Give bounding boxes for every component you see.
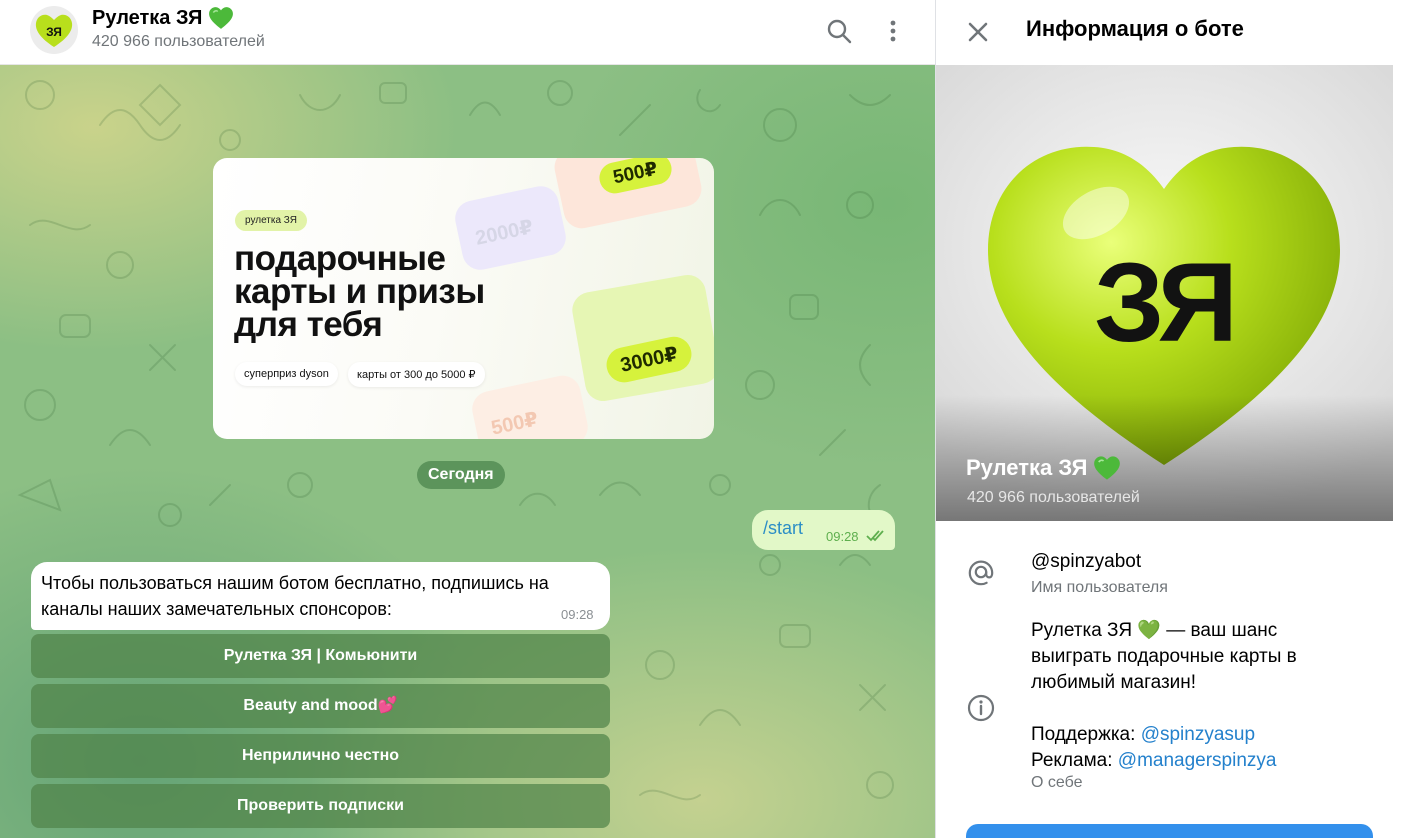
panel-title: Информация о боте xyxy=(1026,16,1244,41)
search-button[interactable] xyxy=(822,14,856,48)
member-count: 420 966 пользователей xyxy=(92,33,265,50)
promo-tag: рулетка ЗЯ xyxy=(235,210,307,231)
inline-button-community[interactable]: Рулетка ЗЯ | Комьюнити xyxy=(31,634,610,678)
ads-label: Реклама: xyxy=(1031,750,1113,771)
promo-chip: суперприз dyson xyxy=(235,362,338,386)
avatar-logo-text: ЗЯ xyxy=(46,25,62,39)
green-heart-emoji xyxy=(1094,456,1121,480)
search-icon xyxy=(827,19,852,44)
incoming-message[interactable]: Чтобы пользоваться нашим ботом бесплатно… xyxy=(31,562,610,630)
chat-background: 500₽ 2000₽ 3000₽ 500₽ рулетка ЗЯ подароч… xyxy=(0,65,935,838)
start-bot-button[interactable] xyxy=(966,824,1373,838)
ads-line: Реклама: @managerspinzya xyxy=(1031,748,1361,774)
chat-title-block[interactable]: Рулетка ЗЯ 420 966 пользователей xyxy=(92,5,265,52)
support-line: Поддержка: @spinzyasup xyxy=(1031,722,1361,748)
promo-headline-line: подарочные xyxy=(234,239,446,278)
profile-name-row: Рулетка ЗЯ xyxy=(966,455,1121,481)
chat-header: ЗЯ Рулетка ЗЯ 420 966 пользователей xyxy=(0,0,935,65)
bot-username[interactable]: @spinzyabot xyxy=(1031,551,1141,573)
message-time: 09:28 xyxy=(826,529,859,544)
inline-button-check-subscriptions[interactable]: Проверить подписки xyxy=(31,784,610,828)
profile-name: Рулетка ЗЯ xyxy=(966,455,1088,480)
message-time: 09:28 xyxy=(561,607,594,622)
double-check-icon xyxy=(866,530,884,542)
profile-photo[interactable]: ЗЯ Рулетка ЗЯ 420 966 пользователей xyxy=(936,65,1393,521)
avatar-logo-text: ЗЯ xyxy=(1094,240,1234,365)
outgoing-message[interactable]: /start 09:28 xyxy=(752,510,895,550)
promo-headline: подарочные карты и призы для тебя xyxy=(234,239,534,344)
zya-heart-logo: ЗЯ xyxy=(35,14,73,47)
bot-about[interactable]: Рулетка ЗЯ 💚 — ваш шанс выиграть подароч… xyxy=(1031,618,1361,774)
about-line: Рулетка ЗЯ 💚 — ваш шанс xyxy=(1031,620,1278,641)
about-line: любимый магазин! xyxy=(1031,672,1197,693)
ads-link[interactable]: @managerspinzya xyxy=(1118,750,1277,771)
green-heart-emoji xyxy=(209,7,234,29)
about-line: выиграть подарочные карты в xyxy=(1031,646,1297,667)
username-caption: Имя пользователя xyxy=(1031,579,1168,596)
close-button[interactable] xyxy=(960,14,996,50)
more-menu-button[interactable] xyxy=(878,14,908,48)
message-text: Чтобы пользоваться нашим ботом бесплатно… xyxy=(41,573,549,619)
promo-image[interactable]: 500₽ 2000₽ 3000₽ 500₽ рулетка ЗЯ подароч… xyxy=(213,158,714,439)
info-header: Информация о боте xyxy=(936,0,1402,65)
support-label: Поддержка: xyxy=(1031,724,1136,745)
promo-chip: карты от 300 до 5000 ₽ xyxy=(348,362,485,387)
promo-headline-line: карты и призы xyxy=(234,272,485,311)
profile-member-count: 420 966 пользователей xyxy=(967,489,1140,506)
support-link[interactable]: @spinzyasup xyxy=(1141,724,1255,745)
bot-info-panel: Информация о боте ЗЯ Рулетка ЗЯ 420 966 … xyxy=(935,0,1402,838)
avatar[interactable]: ЗЯ xyxy=(30,6,78,54)
more-vertical-icon xyxy=(890,20,896,42)
promo-headline-line: для тебя xyxy=(234,305,383,344)
info-icon xyxy=(967,694,995,722)
gift-card-decoration xyxy=(569,272,714,404)
chat-pane: 500₽ 2000₽ 3000₽ 500₽ рулетка ЗЯ подароч… xyxy=(0,0,935,838)
date-separator: Сегодня xyxy=(417,461,505,489)
at-sign-icon xyxy=(968,560,994,586)
inline-button-beauty-and-mood[interactable]: Beauty and mood💕 xyxy=(31,684,610,728)
message-text[interactable]: /start xyxy=(763,518,803,539)
inline-button-neprilichno-chestno[interactable]: Неприлично честно xyxy=(31,734,610,778)
close-icon xyxy=(968,22,988,42)
chat-title: Рулетка ЗЯ xyxy=(92,7,203,29)
about-caption: О себе xyxy=(1031,774,1083,791)
